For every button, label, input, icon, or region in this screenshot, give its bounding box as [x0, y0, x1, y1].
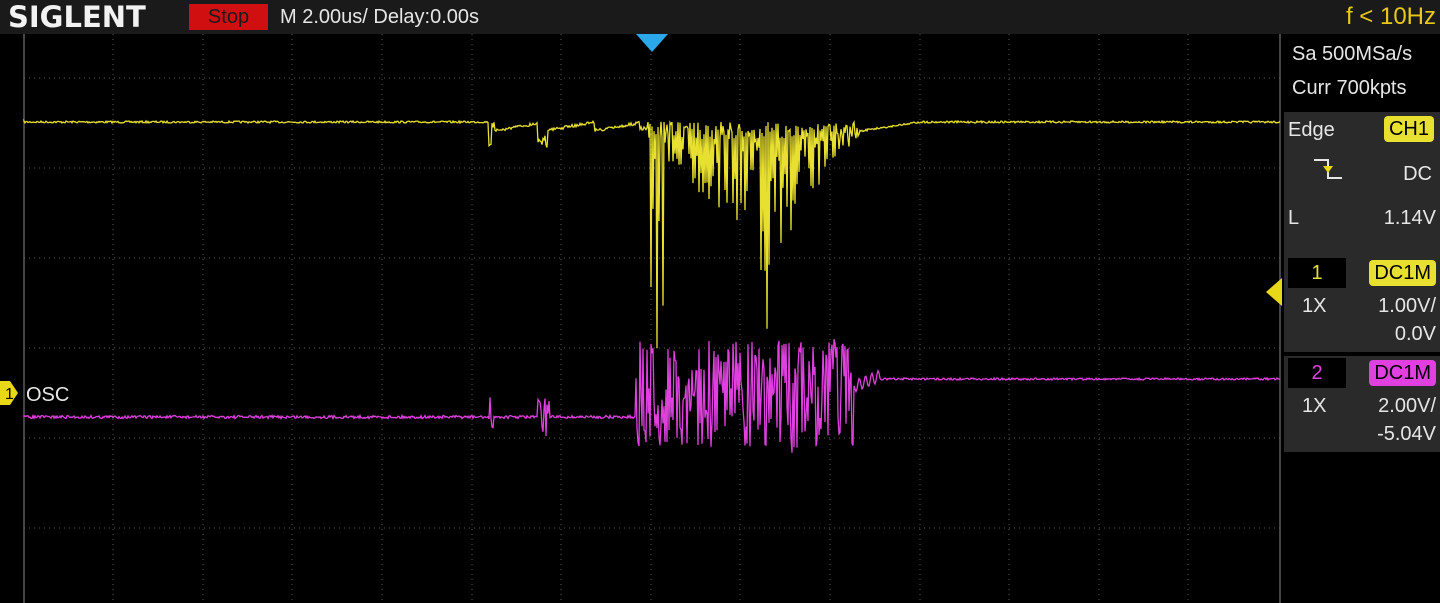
ch2-info-box[interactable]: 2 DC1M 1X 2.00V/ -5.04V: [1284, 356, 1440, 452]
timebase-readout[interactable]: M 2.00us/ Delay:0.00s: [280, 4, 479, 30]
trigger-position-marker[interactable]: [636, 34, 668, 52]
ch1-marker-number: 1: [5, 386, 14, 403]
side-info-panel: Sa 500MSa/s Curr 700kpts Edge CH1 DC L 1…: [1284, 34, 1440, 603]
ch1-label: OSC: [26, 384, 70, 406]
sample-rate: Sa 500MSa/s: [1292, 43, 1413, 65]
waveform-display[interactable]: [0, 34, 1284, 603]
trigger-level-label: L: [1288, 207, 1300, 229]
ch2-scale: 2.00V/: [1378, 395, 1436, 417]
frequency-counter: f < 10Hz: [1345, 3, 1436, 30]
ch1-coupling-badge: DC1M: [1369, 260, 1436, 286]
trigger-info-box[interactable]: Edge CH1 DC L 1.14V: [1284, 112, 1440, 280]
ch1-offset-marker[interactable]: 1: [0, 381, 18, 405]
ch2-coupling-badge: DC1M: [1369, 360, 1436, 386]
trigger-type: Edge: [1288, 119, 1335, 141]
brand-logo: SIGLENT: [8, 0, 146, 34]
top-status-bar: SIGLENT Stop M 2.00us/ Delay:0.00s f < 1…: [0, 0, 1440, 34]
ch1-number: 1: [1288, 258, 1346, 288]
memory-depth: Curr 700kpts: [1292, 77, 1407, 99]
ch1-offset: 0.0V: [1394, 323, 1436, 345]
graticule: [23, 34, 1281, 603]
trigger-level-value: 1.14V: [1383, 207, 1436, 229]
ch1-scale: 1.00V/: [1378, 295, 1436, 317]
trigger-level-marker[interactable]: [1266, 278, 1282, 306]
trigger-source-badge: CH1: [1383, 116, 1434, 142]
falling-edge-icon: [1314, 159, 1342, 179]
ch1-waveform: [23, 118, 1281, 349]
ch1-probe: 1X: [1302, 295, 1327, 317]
waveform-canvas: [23, 34, 1281, 603]
ch1-info-box[interactable]: 1 DC1M 1X 1.00V/ 0.0V: [1284, 256, 1440, 352]
ch2-number: 2: [1288, 358, 1346, 388]
ch2-waveform: [23, 338, 1281, 453]
run-stop-indicator[interactable]: Stop: [189, 4, 268, 30]
ch2-offset: -5.04V: [1377, 423, 1436, 445]
trigger-coupling: DC: [1403, 163, 1432, 185]
ch2-probe: 1X: [1302, 395, 1327, 417]
